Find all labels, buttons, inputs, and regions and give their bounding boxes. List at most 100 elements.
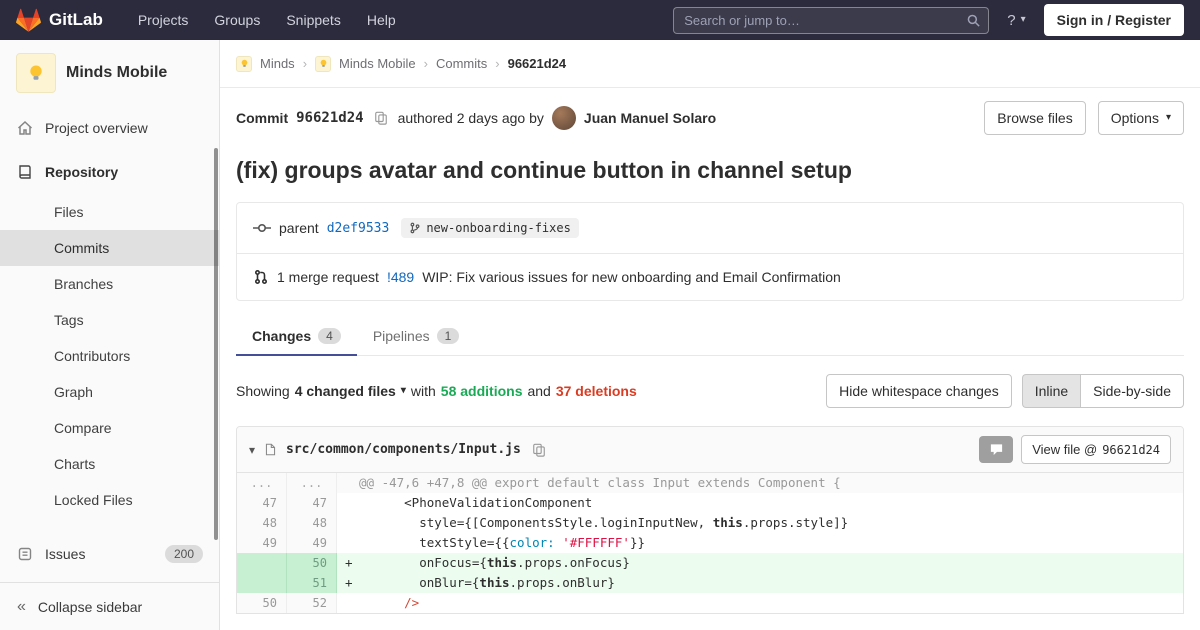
collapse-icon: « xyxy=(17,598,26,616)
search-icon xyxy=(966,13,981,28)
new-line-number: ... xyxy=(287,473,337,493)
sidebar-item-charts[interactable]: Charts xyxy=(0,446,219,482)
breadcrumb-sha: 96621d24 xyxy=(508,56,567,71)
diff-row-added: 50 + onFocus={this.props.onFocus} xyxy=(237,553,1183,573)
sidebar-item-issues[interactable]: Issues 200 xyxy=(0,532,219,576)
diff-file-path[interactable]: src/common/components/Input.js xyxy=(286,442,521,457)
sidebar-item-repository[interactable]: Repository xyxy=(0,150,219,194)
view-file-sha: 96621d24 xyxy=(1102,443,1160,457)
diff-code-line: textStyle={{color: '#FFFFFF'}} xyxy=(337,533,1183,553)
tab-label: Pipelines xyxy=(373,328,430,344)
sidebar: Minds Mobile Project overview Repository… xyxy=(0,40,220,630)
file-icon xyxy=(264,442,277,457)
old-line-number[interactable] xyxy=(237,573,287,593)
collapse-diff-icon[interactable]: ▾ xyxy=(249,443,255,457)
breadcrumb-commits[interactable]: Commits xyxy=(436,56,487,71)
copy-sha-button[interactable] xyxy=(372,109,390,127)
sidebar-item-branches[interactable]: Branches xyxy=(0,266,219,302)
tab-changes[interactable]: Changes 4 xyxy=(236,317,357,355)
additions-count: 58 additions xyxy=(441,383,523,399)
diff-row: 47 47 <PhoneValidationComponent xyxy=(237,493,1183,513)
logo-text: GitLab xyxy=(49,10,103,30)
diff-file-header: ▾ src/common/components/Input.js xyxy=(237,427,1183,473)
and-label: and xyxy=(527,383,550,399)
pipelines-count-badge: 1 xyxy=(437,328,460,344)
gitlab-logo[interactable]: GitLab xyxy=(16,8,103,33)
old-line-number[interactable]: 50 xyxy=(237,593,287,613)
old-line-number[interactable] xyxy=(237,553,287,573)
breadcrumb-separator: › xyxy=(495,56,499,71)
toggle-comments-button[interactable] xyxy=(979,436,1013,463)
sidebar-item-project-overview[interactable]: Project overview xyxy=(0,106,219,150)
hide-whitespace-button[interactable]: Hide whitespace changes xyxy=(826,374,1012,408)
diff-view-controls: Hide whitespace changes Inline Side-by-s… xyxy=(826,374,1184,408)
sidebar-item-label: Repository xyxy=(45,164,118,180)
inline-view-button[interactable]: Inline xyxy=(1022,374,1080,408)
diff-row: 49 49 textStyle={{color: '#FFFFFF'}} xyxy=(237,533,1183,553)
view-file-button[interactable]: View file @ 96621d24 xyxy=(1021,435,1171,464)
comment-icon xyxy=(989,442,1004,457)
parent-label: parent xyxy=(279,220,319,236)
main-content: Minds › Minds Mobile › Commits › 96621d2… xyxy=(220,40,1200,630)
diff-row: 50 52 /> xyxy=(237,593,1183,613)
search-input[interactable] xyxy=(673,7,989,34)
help-dropdown[interactable]: ? ▾ xyxy=(1007,12,1025,29)
sidebar-item-contributors[interactable]: Contributors xyxy=(0,338,219,374)
diff-header-actions: View file @ 96621d24 xyxy=(979,435,1171,464)
tab-pipelines[interactable]: Pipelines 1 xyxy=(357,317,476,355)
new-line-number[interactable]: 47 xyxy=(287,493,337,513)
merge-request-title: WIP: Fix various issues for new onboardi… xyxy=(422,269,841,285)
author-avatar[interactable] xyxy=(552,106,576,130)
sidebar-project-header: Minds Mobile xyxy=(0,40,219,106)
nav-item-projects[interactable]: Projects xyxy=(125,0,202,40)
sidebar-item-compare[interactable]: Compare xyxy=(0,410,219,446)
old-line-number[interactable]: 48 xyxy=(237,513,287,533)
sidebar-item-files[interactable]: Files xyxy=(0,194,219,230)
showing-label: Showing xyxy=(236,383,290,399)
chevron-down-icon: ▾ xyxy=(401,386,406,396)
group-avatar xyxy=(236,56,252,72)
sidebar-item-tags[interactable]: Tags xyxy=(0,302,219,338)
new-line-number[interactable]: 49 xyxy=(287,533,337,553)
copy-file-path-button[interactable] xyxy=(530,441,548,459)
navbar-right: ? ▾ Sign in / Register xyxy=(673,4,1184,36)
home-icon xyxy=(16,120,34,136)
diff-code-line: /> xyxy=(337,593,1183,613)
nav-item-help[interactable]: Help xyxy=(354,0,409,40)
new-line-number[interactable]: 51 xyxy=(287,573,337,593)
old-line-number[interactable]: 49 xyxy=(237,533,287,553)
commit-title: (fix) groups avatar and continue button … xyxy=(236,157,1184,184)
breadcrumb-group[interactable]: Minds xyxy=(260,56,295,71)
sidebar-item-commits[interactable]: Commits xyxy=(0,230,219,266)
author-name[interactable]: Juan Manuel Solaro xyxy=(584,110,716,126)
nav-item-snippets[interactable]: Snippets xyxy=(273,0,353,40)
options-dropdown-button[interactable]: Options ▾ xyxy=(1098,101,1184,135)
top-navbar: GitLab Projects Groups Snippets Help ? ▾… xyxy=(0,0,1200,40)
nav-item-groups[interactable]: Groups xyxy=(201,0,273,40)
commit-actions: Browse files Options ▾ xyxy=(984,101,1184,135)
merge-request-ref[interactable]: !489 xyxy=(387,269,414,285)
side-by-side-view-button[interactable]: Side-by-side xyxy=(1080,374,1184,408)
old-line-number: ... xyxy=(237,473,287,493)
changed-files-dropdown[interactable]: 4 changed files ▾ xyxy=(295,383,406,399)
new-line-number[interactable]: 48 xyxy=(287,513,337,533)
diff-code-line: + onFocus={this.props.onFocus} xyxy=(337,553,1183,573)
breadcrumb-project[interactable]: Minds Mobile xyxy=(339,56,416,71)
issues-count-badge: 200 xyxy=(165,545,203,563)
sign-in-button[interactable]: Sign in / Register xyxy=(1044,4,1184,36)
diff-file-card: ▾ src/common/components/Input.js xyxy=(236,426,1184,614)
sidebar-scrollbar[interactable] xyxy=(214,148,218,540)
sidebar-item-label: Project overview xyxy=(45,120,148,136)
collapse-sidebar-button[interactable]: « Collapse sidebar xyxy=(0,582,219,630)
branch-chip[interactable]: new-onboarding-fixes xyxy=(401,218,579,238)
help-icon: ? xyxy=(1007,12,1015,29)
browse-files-button[interactable]: Browse files xyxy=(984,101,1085,135)
sidebar-item-graph[interactable]: Graph xyxy=(0,374,219,410)
old-line-number[interactable]: 47 xyxy=(237,493,287,513)
sidebar-project-name[interactable]: Minds Mobile xyxy=(66,64,167,82)
chevron-down-icon: ▾ xyxy=(1166,113,1171,123)
parent-sha-link[interactable]: d2ef9533 xyxy=(327,221,390,236)
new-line-number[interactable]: 50 xyxy=(287,553,337,573)
sidebar-item-locked-files[interactable]: Locked Files xyxy=(0,482,219,518)
new-line-number[interactable]: 52 xyxy=(287,593,337,613)
